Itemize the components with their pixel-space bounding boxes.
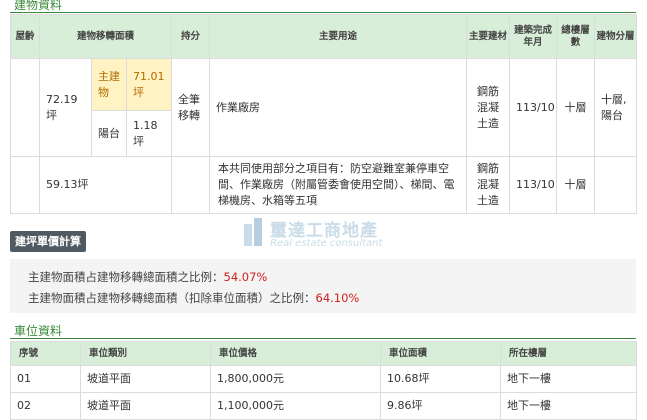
main-building-label: 主建物 <box>91 58 127 111</box>
completed-date-2: 113/10 <box>509 156 558 214</box>
age-cell <box>10 58 40 157</box>
balcony-value: 1.18坪 <box>125 110 173 157</box>
header-level: 建物分層 <box>594 14 638 59</box>
parking-price: 1,800,000元 <box>210 365 381 393</box>
ratio-box: 主建物面積占建物移轉總面積之比例：54.07% 主建物面積占建物移轉總面積（扣除… <box>10 259 636 313</box>
main-building-value: 71.01坪 <box>125 58 173 111</box>
parking-area: 9.86坪 <box>380 392 501 420</box>
common-area: 59.13坪 <box>38 156 173 214</box>
building-logo-icon <box>244 218 262 246</box>
balcony-label: 陽台 <box>91 110 127 157</box>
parking-section-divider <box>10 338 636 339</box>
parking-row: 01 坡道平面 1,800,000元 10.68坪 地下一樓 <box>10 365 637 393</box>
ratio-1-label: 主建物面積占建物移轉總面積之比例： <box>28 270 224 284</box>
ratio-2-value: 64.10% <box>315 291 360 305</box>
total-floors-2: 十層 <box>556 156 596 214</box>
header-share: 持分 <box>171 14 211 59</box>
material: 鋼筋混凝土造 <box>466 58 511 157</box>
building-table: 屋齡 建物移轉面積 持分 主要用途 主要建材 建築完成年月 總樓層數 建物分層 … <box>10 14 638 214</box>
header-usage: 主要用途 <box>209 14 468 59</box>
unit-price-calc-button[interactable]: 建坪單價計算 <box>10 231 86 252</box>
transfer-area: 72.19坪 <box>39 58 92 157</box>
building-level-2 <box>594 156 638 214</box>
header-floor: 所在樓層 <box>500 341 637 366</box>
parking-header-row: 序號 車位類別 車位價格 車位面積 所在樓層 <box>10 341 637 366</box>
parking-table: 序號 車位類別 車位價格 車位面積 所在樓層 01 坡道平面 1,800,000… <box>10 341 637 420</box>
parking-section-title: 車位資料 <box>14 324 63 338</box>
parking-type: 坡道平面 <box>80 365 211 393</box>
header-price: 車位價格 <box>210 341 381 366</box>
parking-price: 1,100,000元 <box>210 392 381 420</box>
header-floors: 總樓層數 <box>556 14 596 59</box>
completed-date: 113/10 <box>509 58 558 157</box>
parking-floor: 地下一樓 <box>500 365 637 393</box>
age-cell-2 <box>10 156 40 214</box>
total-floors: 十層 <box>556 58 596 157</box>
building-row-2: 59.13坪 本共同使用部分之項目有：防空避難室兼停車空間、作業廠房（附屬管委會… <box>10 156 638 214</box>
parking-type: 坡道平面 <box>80 392 211 420</box>
building-header-row: 屋齡 建物移轉面積 持分 主要用途 主要建材 建築完成年月 總樓層數 建物分層 <box>10 14 638 59</box>
header-transfer-area: 建物移轉面積 <box>38 14 173 59</box>
header-completed: 建築完成年月 <box>509 14 558 59</box>
parking-row: 02 坡道平面 1,100,000元 9.86坪 地下一樓 <box>10 392 637 420</box>
common-usage: 本共同使用部分之項目有：防空避難室兼停車空間、作業廠房（附屬管委會使用空間）、梯… <box>209 156 468 214</box>
parking-no: 01 <box>10 365 81 393</box>
watermark-subtitle: Real estate consultant <box>270 238 383 249</box>
header-no: 序號 <box>10 341 81 366</box>
watermark: 璽達工商地產 Real estate consultant <box>242 216 412 254</box>
parking-area: 10.68坪 <box>380 365 501 393</box>
ratio-2-label: 主建物面積占建物移轉總面積（扣除車位面積）之比例： <box>28 291 316 305</box>
header-age: 屋齡 <box>10 14 40 59</box>
building-row-1: 72.19坪 主建物 71.01坪 全筆移轉 作業廠房 鋼筋混凝土造 113/1… <box>10 58 638 157</box>
parking-floor: 地下一樓 <box>500 392 637 420</box>
material-2: 鋼筋混凝土造 <box>466 156 511 214</box>
header-material: 主要建材 <box>466 14 511 59</box>
share-2 <box>171 156 211 214</box>
ratio-line-1: 主建物面積占建物移轉總面積之比例：54.07% <box>28 269 267 285</box>
ratio-line-2: 主建物面積占建物移轉總面積（扣除車位面積）之比例：64.10% <box>28 290 359 306</box>
building-level: 十層,陽台 <box>594 58 638 157</box>
header-type: 車位類別 <box>80 341 211 366</box>
usage: 作業廠房 <box>209 58 468 157</box>
parking-no: 02 <box>10 392 81 420</box>
ratio-1-value: 54.07% <box>223 270 268 284</box>
building-section-divider <box>10 12 636 13</box>
header-area: 車位面積 <box>380 341 501 366</box>
share: 全筆移轉 <box>171 58 211 157</box>
